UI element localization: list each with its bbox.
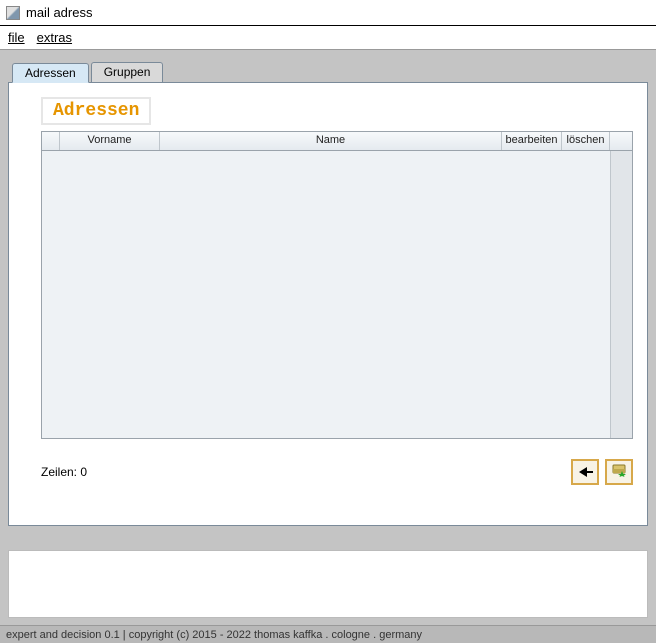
tab-row: Adressen Gruppen — [12, 62, 648, 82]
menu-file[interactable]: file — [8, 30, 25, 45]
app-window: mail adress file extras Adressen Gruppen… — [0, 0, 656, 643]
column-header-name[interactable]: Name — [160, 132, 502, 150]
tab-adressen-label: Adressen — [25, 66, 76, 80]
titlebar: mail adress — [0, 0, 656, 26]
tab-panel-adressen: Adressen Vorname Name bearbeiten löschen — [8, 82, 648, 526]
menu-extras[interactable]: extras — [37, 30, 72, 45]
tab-gruppen[interactable]: Gruppen — [91, 62, 164, 82]
tab-adressen[interactable]: Adressen — [12, 63, 89, 83]
back-button[interactable] — [571, 459, 599, 485]
panel-heading: Adressen — [53, 101, 139, 121]
tab-gruppen-label: Gruppen — [104, 65, 151, 79]
address-table: Vorname Name bearbeiten löschen — [41, 131, 633, 439]
add-button[interactable] — [605, 459, 633, 485]
table-header-row: Vorname Name bearbeiten löschen — [42, 132, 632, 151]
column-header-delete[interactable]: löschen — [562, 132, 610, 150]
panel-heading-box: Adressen — [41, 97, 151, 125]
table-scrollbar[interactable] — [610, 151, 632, 438]
column-header-select[interactable] — [42, 132, 60, 150]
column-header-edit[interactable]: bearbeiten — [502, 132, 562, 150]
menubar: file extras — [0, 26, 656, 50]
row-count-label: Zeilen: 0 — [41, 465, 87, 479]
app-icon — [6, 6, 20, 20]
arrow-left-icon — [576, 465, 594, 479]
window-title: mail adress — [26, 5, 92, 20]
table-body — [42, 151, 632, 438]
client-area: Adressen Gruppen Adressen Vorname Name b… — [0, 50, 656, 625]
status-bar: expert and decision 0.1 | copyright (c) … — [0, 625, 656, 643]
status-text: expert and decision 0.1 | copyright (c) … — [6, 629, 422, 641]
lower-panel — [8, 550, 648, 618]
table-body-empty — [42, 151, 610, 438]
panel-footer: Zeilen: 0 — [41, 459, 633, 485]
add-star-icon — [610, 464, 628, 480]
panel-heading-container: Adressen — [41, 97, 633, 125]
column-header-vorname[interactable]: Vorname — [60, 132, 160, 150]
column-header-scroll-gutter — [610, 132, 632, 150]
